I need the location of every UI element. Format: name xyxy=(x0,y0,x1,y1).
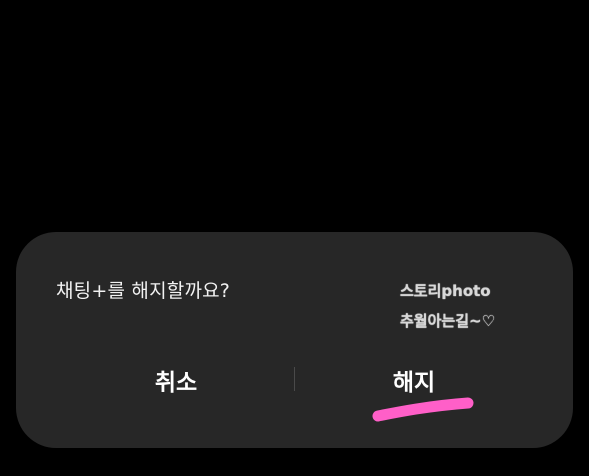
unsubscribe-button[interactable]: 해지 xyxy=(334,360,494,400)
watermark: 스토리photo 추월아는길~♡ xyxy=(400,278,495,334)
button-divider xyxy=(294,367,295,391)
watermark-line-1: 스토리photo xyxy=(400,282,491,300)
watermark-line-2: 추월아는길~♡ xyxy=(400,312,496,330)
cancel-button[interactable]: 취소 xyxy=(96,360,256,400)
screen: 채팅+를 해지할까요? 스토리photo 추월아는길~♡ 취소 해지 xyxy=(0,0,589,476)
confirm-dialog: 채팅+를 해지할까요? 스토리photo 추월아는길~♡ 취소 해지 xyxy=(16,232,573,448)
dialog-message: 채팅+를 해지할까요? xyxy=(56,280,231,302)
